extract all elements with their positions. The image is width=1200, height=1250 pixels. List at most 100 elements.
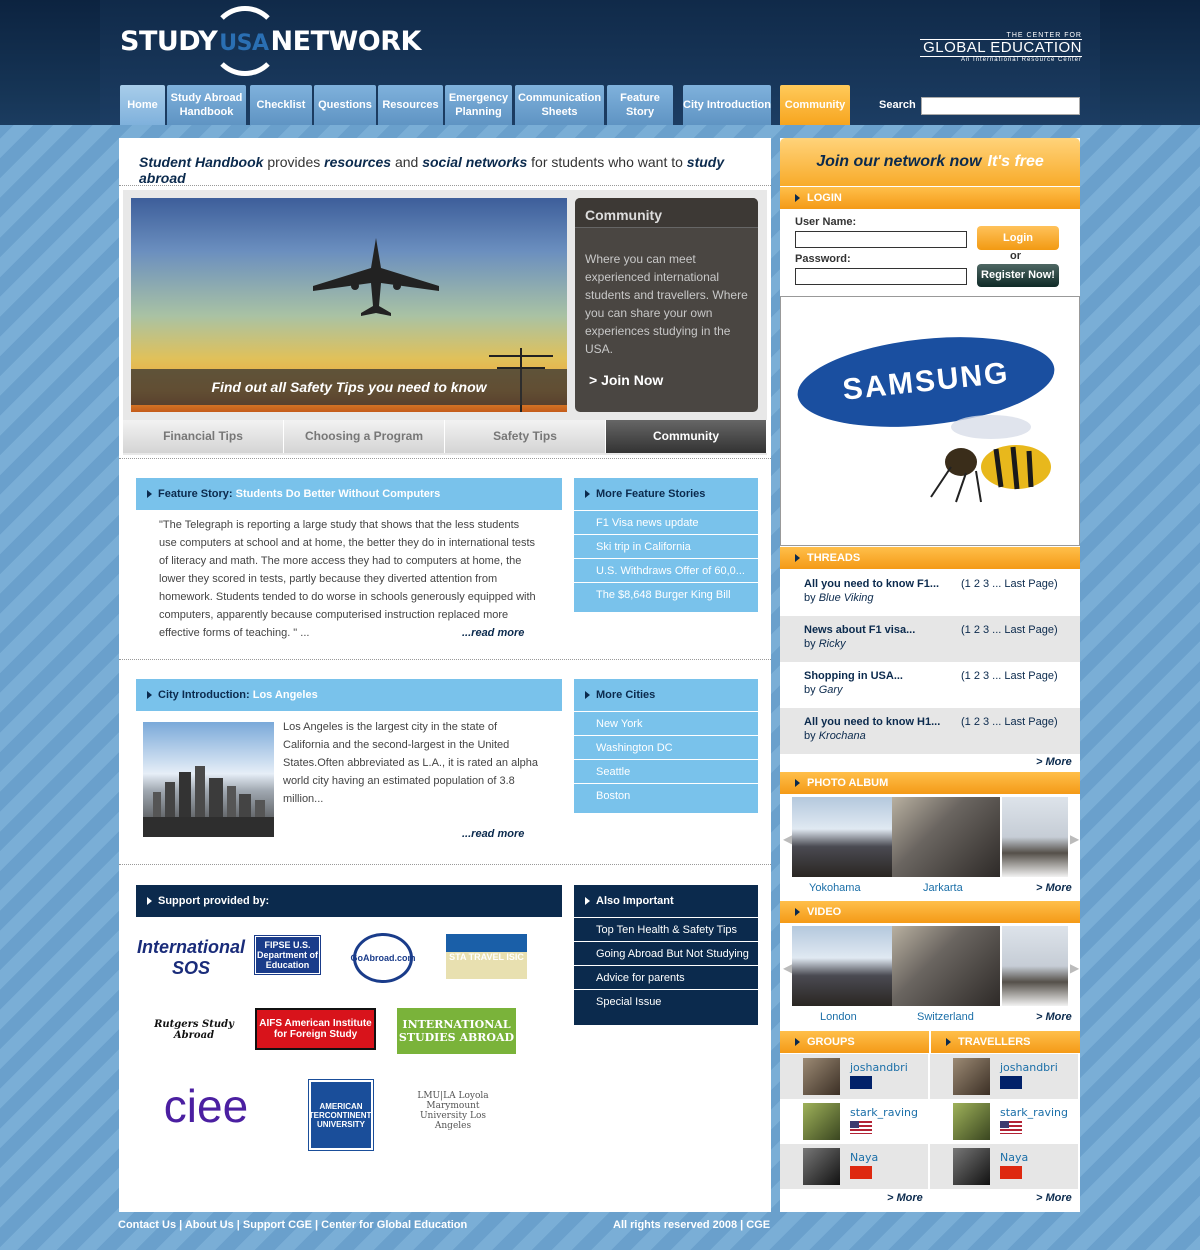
nav-checklist[interactable]: Checklist [250,85,312,125]
nav-questions[interactable]: Questions [314,85,376,125]
nav-communication-sheets[interactable]: Communication Sheets [515,85,604,125]
thread-pages[interactable]: (1 2 3 ... Last Page) [961,578,1058,590]
airplane-image[interactable]: Find out all Safety Tips you need to kno… [131,198,567,412]
feature-story-title[interactable]: Students Do Better Without Computers [236,488,441,500]
nav-city-introduction[interactable]: City Introduction [683,85,771,125]
travellers-more-link[interactable]: > More [1036,1192,1072,1204]
site-logo[interactable]: STUDYUSANETWORK [120,6,421,78]
photos-more-link[interactable]: > More [1036,882,1072,894]
avatar[interactable] [953,1058,990,1095]
city-title[interactable]: Los Angeles [253,689,318,701]
thread-title[interactable]: All you need to know F1... [804,578,939,590]
photo-thumbnail[interactable] [1002,797,1068,877]
tab-choosing-a-program[interactable]: Choosing a Program [284,420,445,453]
video-caption[interactable]: Switzerland [917,1011,974,1023]
thread-author[interactable]: Gary [819,684,843,696]
thread-author[interactable]: Krochana [819,730,866,742]
groups-more-link[interactable]: > More [887,1192,923,1204]
nav-study-abroad-handbook[interactable]: Study Abroad Handbook [167,85,246,125]
threads-more-link[interactable]: > More [1036,756,1072,768]
sponsor-logo-sos[interactable]: International SOS [137,935,245,980]
video-thumbnail[interactable] [1002,926,1068,1006]
traveller-member[interactable]: joshandbri [930,1054,1078,1099]
sponsor-logo-aifs[interactable]: AIFS American Institute for Foreign Stud… [255,1008,376,1050]
tab-financial-tips[interactable]: Financial Tips [123,420,284,453]
video-caption[interactable]: London [820,1011,857,1023]
next-arrow-icon[interactable]: ▶ [1070,961,1079,975]
sponsor-logo-rutgers[interactable]: Rutgers Study Abroad [153,1015,235,1045]
avatar[interactable] [953,1103,990,1140]
group-member[interactable]: joshandbri [780,1054,928,1099]
thread-pages[interactable]: (1 2 3 ... Last Page) [961,670,1058,682]
nav-feature-story[interactable]: Feature Story [607,85,673,125]
thread-row[interactable]: Shopping in USA... by Gary (1 2 3 ... La… [780,662,1080,708]
photo-thumbnail[interactable] [792,797,900,877]
list-item[interactable]: The $8,648 Burger King Bill [574,582,758,606]
sponsor-logo-aiu[interactable]: AMERICAN INTERCONTINENTAL UNIVERSITY [301,1079,381,1151]
thread-title[interactable]: Shopping in USA... [804,670,903,682]
thread-author[interactable]: Blue Viking [819,592,874,604]
prev-arrow-icon[interactable]: ◀ [783,832,792,846]
list-item[interactable]: Boston [574,783,758,807]
hero-caption[interactable]: Find out all Safety Tips you need to kno… [131,369,567,405]
join-now-link[interactable]: > Join Now [589,372,663,388]
thread-row[interactable]: News about F1 visa... by Ricky (1 2 3 ..… [780,616,1080,662]
group-member[interactable]: Naya [780,1144,928,1189]
login-button[interactable]: Login [977,226,1059,250]
photo-caption[interactable]: Yokohama [809,882,861,894]
thread-title[interactable]: All you need to know H1... [804,716,940,728]
traveller-member[interactable]: Naya [930,1144,1078,1189]
video-more-link[interactable]: > More [1036,1011,1072,1023]
cge-logo[interactable]: THE CENTER FOR GLOBAL EDUCATION An Inter… [920,32,1082,64]
list-item[interactable]: Washington DC [574,735,758,759]
avatar[interactable] [803,1058,840,1095]
thread-author[interactable]: Ricky [819,638,846,650]
list-item[interactable]: Ski trip in California [574,534,758,558]
video-thumbnail[interactable] [892,926,1000,1006]
list-item[interactable]: Going Abroad But Not Studying [574,941,758,965]
join-banner[interactable]: Join our network now It's free [780,138,1080,186]
sponsor-logo-ciee[interactable]: ciee [145,1078,267,1133]
city-read-more-link[interactable]: ...read more [462,828,524,840]
list-item[interactable]: Advice for parents [574,965,758,989]
thread-row[interactable]: All you need to know H1... by Krochana (… [780,708,1080,754]
tab-community[interactable]: Community [606,420,767,453]
los-angeles-image[interactable] [143,722,274,837]
nav-emergency-planning[interactable]: Emergency Planning [445,85,512,125]
nav-community[interactable]: Community [780,85,850,125]
list-item[interactable]: U.S. Withdraws Offer of 60,0... [574,558,758,582]
list-item[interactable]: New York [574,711,758,735]
feature-read-more-link[interactable]: ...read more [462,627,524,639]
thread-pages[interactable]: (1 2 3 ... Last Page) [961,624,1058,636]
avatar[interactable] [803,1103,840,1140]
thread-row[interactable]: All you need to know F1... by Blue Vikin… [780,570,1080,616]
video-thumbnail[interactable] [792,926,900,1006]
prev-arrow-icon[interactable]: ◀ [783,961,792,975]
nav-home[interactable]: Home [120,85,165,125]
footer-links[interactable]: Contact Us | About Us | Support CGE | Ce… [118,1219,467,1231]
sponsor-logo-sta-travel[interactable]: STA TRAVEL ISIC [446,934,527,979]
list-item[interactable]: F1 Visa news update [574,510,758,534]
sponsor-logo-fipse[interactable]: FIPSE U.S. Department of Education [254,935,321,975]
tab-safety-tips[interactable]: Safety Tips [445,420,606,453]
group-member[interactable]: stark_raving [780,1099,928,1144]
password-input[interactable] [795,268,967,285]
samsung-ad[interactable]: SAMSUNG [780,296,1080,546]
sponsor-logo-lmu[interactable]: LMU|LA Loyola Marymount University Los A… [412,1088,494,1133]
photo-caption[interactable]: Jarkarta [923,882,963,894]
username-input[interactable] [795,231,967,248]
avatar[interactable] [803,1148,840,1185]
search-input[interactable] [921,97,1080,115]
sponsor-logo-goabroad[interactable]: GoAbroad.com [351,933,416,983]
avatar[interactable] [953,1148,990,1185]
sponsor-logo-isa[interactable]: INTERNATIONAL STUDIES ABROAD [397,1008,516,1054]
traveller-member[interactable]: stark_raving [930,1099,1078,1144]
next-arrow-icon[interactable]: ▶ [1070,832,1079,846]
thread-title[interactable]: News about F1 visa... [804,624,915,636]
list-item[interactable]: Top Ten Health & Safety Tips [574,917,758,941]
list-item[interactable]: Seattle [574,759,758,783]
thread-pages[interactable]: (1 2 3 ... Last Page) [961,716,1058,728]
register-button[interactable]: Register Now! [977,264,1059,287]
photo-thumbnail[interactable] [892,797,1000,877]
nav-resources[interactable]: Resources [378,85,443,125]
